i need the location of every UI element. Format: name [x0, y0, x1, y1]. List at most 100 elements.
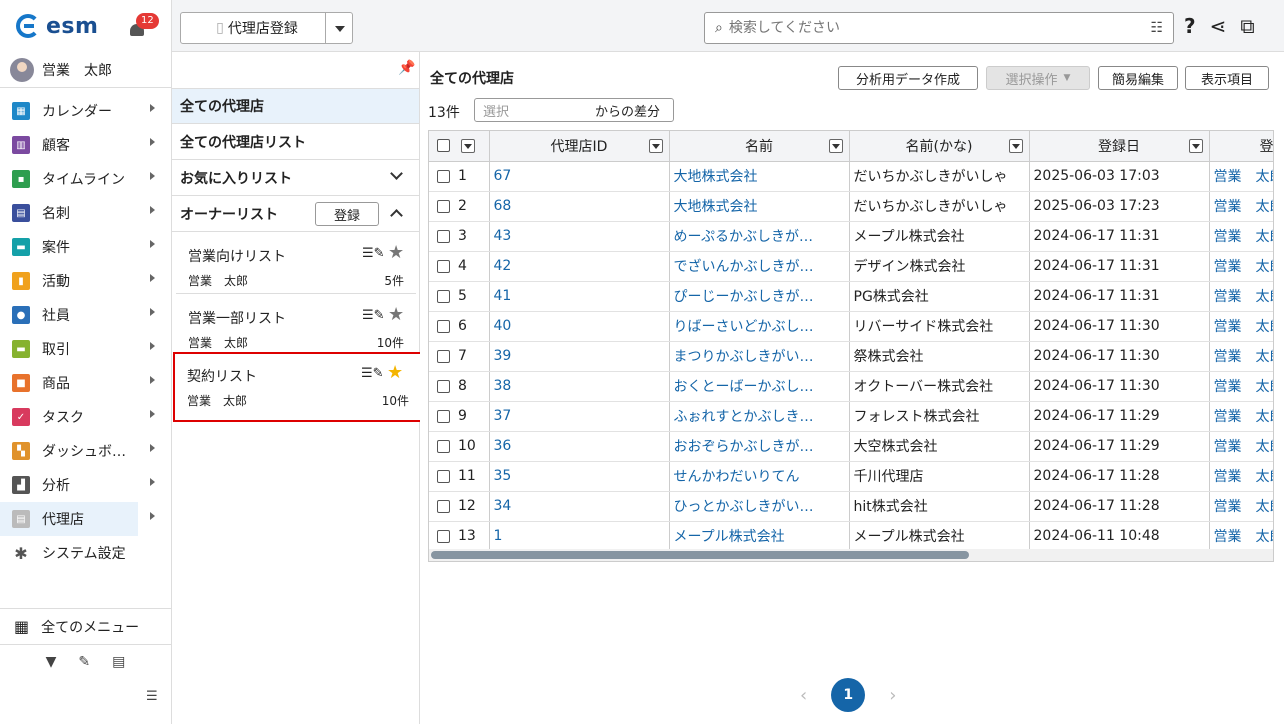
- agency-name-link[interactable]: めーぷるかぶしきが…: [669, 221, 850, 252]
- registrant-link[interactable]: 営業 太郎: [1209, 311, 1273, 342]
- registrant-link[interactable]: 営業 太郎: [1209, 371, 1273, 402]
- all-menu-button[interactable]: ▦ 全てのメニュー: [0, 609, 171, 645]
- list-all-agencies[interactable]: 全ての代理店: [172, 88, 419, 124]
- filter-settings-icon[interactable]: ☷: [1150, 20, 1163, 36]
- agency-name-link[interactable]: メープル株式会社: [669, 521, 850, 552]
- owner-list-card[interactable]: 契約リスト 営業 太郎 10件 ☰✎ ★: [173, 352, 423, 422]
- registrant-link[interactable]: 営業 太郎: [1209, 281, 1273, 312]
- row-checkbox[interactable]: [437, 349, 450, 363]
- agency-name-link[interactable]: でざいんかぶしきが…: [669, 251, 850, 282]
- row-checkbox[interactable]: [437, 409, 450, 423]
- registrant-link[interactable]: 営業 太郎: [1209, 521, 1273, 552]
- horizontal-scrollbar[interactable]: [429, 549, 1273, 561]
- sidebar-item-folder[interactable]: ▬ 案件: [0, 230, 171, 264]
- star-icon[interactable]: ★: [388, 242, 404, 263]
- column-header-kana[interactable]: 名前(かな): [849, 131, 1030, 162]
- table-row[interactable]: 6 40 りばーさいどかぶし… リバーサイド株式会社 2024-06-17 11:30 営…: [429, 311, 1273, 342]
- registrant-link[interactable]: 営業 太郎: [1209, 491, 1273, 522]
- agency-name-link[interactable]: せんかわだいりてん: [669, 461, 850, 492]
- column-menu-dropdown[interactable]: [1188, 139, 1203, 153]
- column-header-id[interactable]: 代理店ID: [489, 131, 670, 162]
- sidebar-item-check[interactable]: ✓ タスク: [0, 400, 171, 434]
- agency-name-link[interactable]: 大地株式会社: [669, 161, 850, 192]
- row-checkbox[interactable]: [437, 259, 450, 273]
- owner-list-card[interactable]: 営業向けリスト 営業 太郎 5件 ☰✎ ★: [176, 234, 416, 294]
- owner-register-button[interactable]: 登録: [315, 202, 379, 226]
- row-checkbox[interactable]: [437, 499, 450, 513]
- agency-name-link[interactable]: ぴーじーかぶしきが…: [669, 281, 850, 312]
- registrant-link[interactable]: 営業 太郎: [1209, 341, 1273, 372]
- edit-list-icon[interactable]: ☰✎: [362, 308, 385, 323]
- wrench-icon[interactable]: ✎: [78, 654, 90, 670]
- column-menu-dropdown[interactable]: [1008, 139, 1023, 153]
- sidebar-item-building[interactable]: ▥ 顧客: [0, 128, 171, 162]
- agency-name-link[interactable]: おくとーばーかぶし…: [669, 371, 850, 402]
- sidebar-item-gear[interactable]: ✱ システム設定: [0, 536, 171, 570]
- registrant-link[interactable]: 営業 太郎: [1209, 461, 1273, 492]
- table-row[interactable]: 10 36 おおぞらかぶしきが… 大空株式会社 2024-06-17 11:29 営業 太…: [429, 431, 1273, 462]
- owner-list-card[interactable]: 営業一部リスト 営業 太郎 10件 ☰✎ ★: [176, 296, 416, 356]
- registrant-link[interactable]: 営業 太郎: [1209, 251, 1273, 282]
- agency-name-link[interactable]: ひっとかぶしきがい…: [669, 491, 850, 522]
- table-icon[interactable]: ▤: [112, 654, 125, 670]
- column-menu-dropdown[interactable]: [828, 139, 843, 153]
- register-dropdown-button[interactable]: [325, 12, 353, 44]
- table-row[interactable]: 5 41ぴーじーかぶしきが…PG株式会社2024-06-17 11:31営業 太郎: [429, 281, 1273, 312]
- register-agency-button[interactable]: ▯ 代理店登録: [180, 12, 334, 44]
- agency-id-link[interactable]: 1: [489, 521, 670, 552]
- agency-id-link[interactable]: 37: [489, 401, 670, 432]
- row-checkbox[interactable]: [437, 169, 450, 183]
- agency-id-link[interactable]: 38: [489, 371, 670, 402]
- row-checkbox[interactable]: [437, 469, 450, 483]
- owner-lists-header[interactable]: オーナーリスト 登録: [172, 196, 419, 232]
- sidebar-item-agency[interactable]: ▤ 代理店: [0, 502, 155, 536]
- row-checkbox[interactable]: [437, 289, 450, 303]
- sidebar-item-card[interactable]: ▤ 名刺: [0, 196, 171, 230]
- table-row[interactable]: 3 43 めーぷるかぶしきが… メープル株式会社 2024-06-17 11:31 営業 …: [429, 221, 1273, 252]
- registrant-link[interactable]: 営業 太郎: [1209, 221, 1273, 252]
- row-checkbox[interactable]: [437, 319, 450, 333]
- display-columns-button[interactable]: 表示項目: [1185, 66, 1269, 90]
- table-row[interactable]: 12 34 ひっとかぶしきがい… hit株式会社 2024-06-17 11:28 営業 …: [429, 491, 1273, 522]
- sidebar-item-clipboard[interactable]: ▮ 活動: [0, 264, 171, 298]
- diff-select[interactable]: 選択 からの差分: [474, 98, 674, 122]
- column-header-date[interactable]: 登録日: [1029, 131, 1210, 162]
- pin-icon[interactable]: 📌: [398, 60, 415, 76]
- agency-id-link[interactable]: 40: [489, 311, 670, 342]
- registrant-link[interactable]: 営業 太郎: [1209, 401, 1273, 432]
- star-icon[interactable]: ★: [387, 362, 403, 383]
- agency-name-link[interactable]: おおぞらかぶしきが…: [669, 431, 850, 462]
- table-row[interactable]: 131メープル株式会社メープル株式会社2024-06-11 10:48営業 太郎: [429, 521, 1273, 552]
- sidebar-item-person[interactable]: ● 社員: [0, 298, 171, 332]
- agency-id-link[interactable]: 43: [489, 221, 670, 252]
- row-checkbox[interactable]: [437, 199, 450, 213]
- agency-id-link[interactable]: 36: [489, 431, 670, 462]
- agency-id-link[interactable]: 41: [489, 281, 670, 312]
- table-row[interactable]: 7 39まつりかぶしきがい…祭株式会社2024-06-17 11:30営業 太郎: [429, 341, 1273, 372]
- agency-id-link[interactable]: 34: [489, 491, 670, 522]
- column-menu-dropdown[interactable]: [648, 139, 663, 153]
- table-row[interactable]: 8 38 おくとーばーかぶし… オクトーバー株式会社 2024-06-17 11:30 営…: [429, 371, 1273, 402]
- row-checkbox[interactable]: [437, 529, 450, 543]
- registrant-link[interactable]: 営業 太郎: [1209, 191, 1273, 222]
- table-row[interactable]: 2 68 大地株式会社 だいちかぶしきがいしゃ 2025-06-03 17:23 営業 太…: [429, 191, 1273, 222]
- select-all-checkbox[interactable]: [437, 139, 450, 153]
- sidebar-item-box[interactable]: ■ 商品: [0, 366, 171, 400]
- sidebar-item-calendar[interactable]: ▦ カレンダー: [0, 94, 171, 128]
- edit-list-icon[interactable]: ☰✎: [362, 246, 385, 261]
- agency-name-link[interactable]: まつりかぶしきがい…: [669, 341, 850, 372]
- export-data-button[interactable]: 分析用データ作成: [838, 66, 978, 90]
- agency-name-link[interactable]: ふぉれすとかぶしき…: [669, 401, 850, 432]
- edit-list-icon[interactable]: ☰✎: [361, 366, 384, 381]
- sidebar-item-chat[interactable]: ▪ タイムライン: [0, 162, 171, 196]
- quick-edit-button[interactable]: 簡易編集: [1098, 66, 1178, 90]
- agency-id-link[interactable]: 42: [489, 251, 670, 282]
- logo[interactable]: esm 12: [0, 0, 171, 52]
- agency-id-link[interactable]: 39: [489, 341, 670, 372]
- row-checkbox[interactable]: [437, 229, 450, 243]
- bookmark-icon[interactable]: ▼: [46, 654, 57, 670]
- list-all-agency-lists[interactable]: 全ての代理店リスト: [172, 124, 419, 160]
- next-page-icon[interactable]: ›: [889, 685, 896, 706]
- open-external-icon[interactable]: ⧉: [1240, 14, 1254, 38]
- table-row[interactable]: 11 35せんかわだいりてん千川代理店2024-06-17 11:28営業 太郎: [429, 461, 1273, 492]
